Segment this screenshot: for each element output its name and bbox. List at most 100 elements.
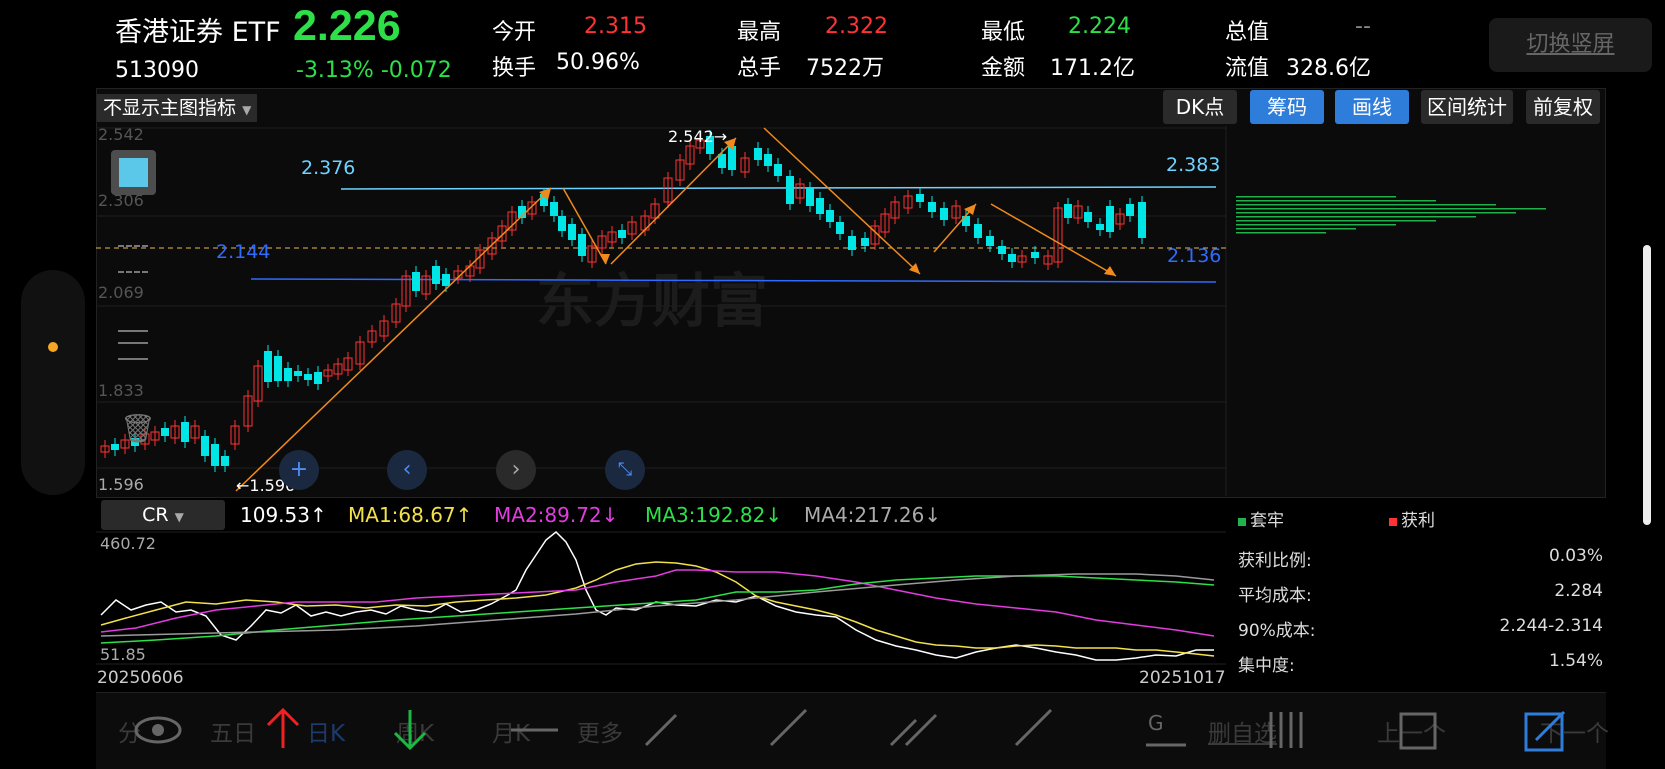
stat-volume-value: 7522万 <box>806 56 884 81</box>
stat-total-cap-value: -- <box>1355 14 1371 39</box>
candlestick-chart[interactable]: 东方财富 2.376 2.383 2.144 2.136 2.542→ ←1.5… <box>96 126 1606 496</box>
stat-open-label: 今开 <box>492 20 537 45</box>
high-marker: 2.542→ <box>668 127 727 146</box>
stat-high-value: 2.322 <box>825 14 888 39</box>
rectangle-icon[interactable] <box>1399 712 1437 750</box>
legend-profit-swatch <box>1389 518 1397 526</box>
side-handle[interactable] <box>21 270 85 495</box>
stat-total-cap-label: 总值 <box>1225 20 1270 45</box>
legend-profit: 获利 <box>1389 506 1435 531</box>
chip-value-profit-ratio: 0.03% <box>1548 546 1603 566</box>
stat-float-cap-label: 流值 <box>1225 56 1270 81</box>
watermark-text: 东方财富 <box>536 267 768 335</box>
security-code: 513090 <box>115 58 199 83</box>
stat-open-value: 2.315 <box>584 14 647 39</box>
share-icon[interactable] <box>1524 710 1566 752</box>
legend-trapped-swatch <box>1238 518 1246 526</box>
stat-turnover-label: 换手 <box>492 56 537 81</box>
support-left-label: 2.144 <box>216 241 270 263</box>
cr-y-top: 460.72 <box>100 534 156 553</box>
y-label-3: 2.069 <box>98 283 144 302</box>
drawing-tools[interactable]: G <box>96 700 1606 760</box>
chip-label-concentration: 集中度: <box>1238 656 1295 676</box>
color-swatch-icon <box>119 158 148 187</box>
chevron-left-icon[interactable]: ‹ <box>387 450 427 490</box>
arrow-line-icon[interactable] <box>1014 708 1053 747</box>
switch-portrait-button[interactable]: 切换竖屏 <box>1489 18 1652 72</box>
stat-low-label: 最低 <box>981 20 1026 45</box>
resistance-right-label: 2.383 <box>1166 154 1220 176</box>
scrollbar[interactable] <box>1643 245 1651 525</box>
ma3-wrap: MA3:192.82↓ <box>645 503 783 527</box>
chip-label-profit-ratio: 获利比例: <box>1238 551 1312 571</box>
segment-line-icon[interactable] <box>644 713 678 747</box>
adjust-forward-button[interactable]: 前复权 <box>1526 90 1600 124</box>
arrow-down-icon[interactable] <box>393 710 427 751</box>
cr-value-wrap: 109.53↑ <box>240 503 327 527</box>
ma2-value: MA2:89.72 <box>494 503 602 527</box>
main-indicator-label: 不显示主图指标 <box>103 97 237 119</box>
y-label-4: 1.833 <box>98 381 144 400</box>
y-label-1: 2.542 <box>98 126 144 144</box>
ma1-value: MA1:68.67 <box>348 503 456 527</box>
ma4-wrap: MA4:217.26↓ <box>804 503 942 527</box>
collapse-icon[interactable]: ⤡ <box>605 450 645 490</box>
ma3-value: MA3:192.82 <box>645 503 766 527</box>
legend-trapped: 套牢 <box>1238 506 1284 531</box>
main-indicator-select[interactable]: 不显示主图指标 ▼ <box>97 94 258 122</box>
date-end: 20251017 <box>1139 668 1226 688</box>
gann-icon[interactable]: G <box>1146 711 1186 747</box>
arrow-up-icon[interactable] <box>266 707 300 748</box>
cr-line <box>100 530 1214 661</box>
stat-amount-label: 金额 <box>981 56 1026 81</box>
chip-label-90-cost: 90%成本: <box>1238 621 1316 641</box>
ma3-line <box>100 575 1215 644</box>
security-name: 香港证券 ETF <box>115 17 281 48</box>
handle-dot-icon <box>48 342 58 352</box>
stat-float-cap-value: 328.6亿 <box>1286 56 1371 81</box>
eye-icon[interactable] <box>134 716 182 744</box>
draw-line-button[interactable]: 画线 <box>1335 90 1409 124</box>
resistance-left-label: 2.376 <box>301 157 355 179</box>
indicator-select[interactable]: CR ▼ <box>101 500 225 530</box>
cr-value: 109.53 <box>240 503 310 527</box>
chevron-right-icon[interactable]: › <box>496 450 536 490</box>
chevron-down-icon: ▼ <box>174 510 184 524</box>
chip-value-90-cost: 2.244-2.314 <box>1499 616 1603 636</box>
color-picker-button[interactable] <box>111 150 156 195</box>
legend-trapped-label: 套牢 <box>1250 511 1284 531</box>
vertical-lines-icon[interactable] <box>1269 712 1303 748</box>
date-start: 20250606 <box>97 668 184 688</box>
svg-text:G: G <box>1148 711 1164 735</box>
line-weight-icon[interactable] <box>118 330 148 360</box>
parallel-line-icon[interactable] <box>889 713 938 747</box>
line-style-icon[interactable] <box>118 245 148 273</box>
stat-low-value: 2.224 <box>1068 14 1131 39</box>
interval-stats-button[interactable]: 区间统计 <box>1421 90 1513 124</box>
ma1-wrap: MA1:68.67↑ <box>348 503 473 527</box>
chip-button[interactable]: 筹码 <box>1250 90 1324 124</box>
trash-icon[interactable]: 🗑 <box>120 412 156 445</box>
price-change: -3.13% -0.072 <box>296 58 452 83</box>
chip-label-avg-cost: 平均成本: <box>1238 586 1312 606</box>
dk-point-button[interactable]: DK点 <box>1163 90 1237 124</box>
last-price: 2.226 <box>293 2 401 50</box>
stat-high-label: 最高 <box>737 20 782 45</box>
chevron-down-icon: ▼ <box>242 103 252 117</box>
chip-value-concentration: 1.54% <box>1548 651 1603 671</box>
legend-profit-label: 获利 <box>1401 511 1435 531</box>
ma4-value: MA4:217.26 <box>804 503 925 527</box>
add-icon[interactable]: + <box>279 450 319 490</box>
ma2-wrap: MA2:89.72↓ <box>494 503 619 527</box>
cr-y-bottom: 51.85 <box>100 645 146 664</box>
ray-line-icon[interactable] <box>769 708 808 747</box>
y-label-5: 1.596 <box>98 475 144 494</box>
indicator-name: CR <box>142 504 169 526</box>
stat-turnover-value: 50.96% <box>556 50 640 75</box>
stat-volume-label: 总手 <box>737 56 782 81</box>
stat-amount-value: 171.2亿 <box>1050 56 1135 81</box>
cr-chart[interactable] <box>96 530 1226 665</box>
chip-value-avg-cost: 2.284 <box>1554 581 1603 601</box>
chip-distribution <box>1236 196 1546 234</box>
resistance-line[interactable] <box>340 186 1217 190</box>
